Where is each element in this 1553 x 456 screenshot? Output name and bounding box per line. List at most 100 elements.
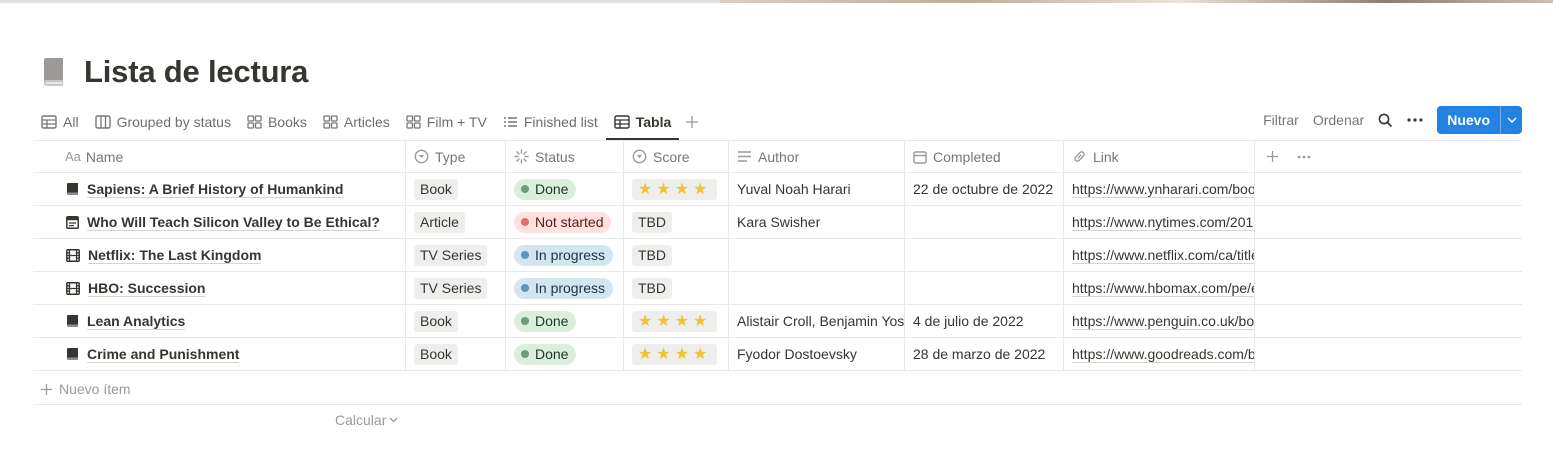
tab-film-tv[interactable]: Film + TV	[398, 104, 495, 140]
cell-author[interactable]	[729, 272, 905, 304]
row-title[interactable]: Sapiens: A Brief History of Humankind	[87, 181, 344, 198]
cell-status[interactable]: Done	[506, 173, 624, 205]
cell-author[interactable]	[729, 239, 905, 271]
row-link[interactable]: https://www.penguin.co.uk/books/	[1072, 313, 1254, 330]
more-options-icon[interactable]	[1407, 118, 1423, 122]
cell-author[interactable]: Kara Swisher	[729, 206, 905, 238]
tab-books[interactable]: Books	[239, 104, 315, 140]
cell-link[interactable]: https://www.nytimes.com/2018/10/21/opini…	[1064, 206, 1255, 238]
cell-status[interactable]: In progress	[506, 239, 624, 271]
cell-score[interactable]: TBD	[624, 206, 729, 238]
cell-name[interactable]: Sapiens: A Brief History of Humankind	[33, 173, 406, 205]
cell-link[interactable]: https://www.ynharari.com/book/sapiens-2/	[1064, 173, 1255, 205]
chevron-down-icon[interactable]	[1500, 106, 1522, 134]
column-header-name[interactable]: Aa Name	[33, 141, 406, 172]
tab-all[interactable]: All	[33, 104, 87, 140]
status-label: Done	[535, 181, 569, 197]
cell-score[interactable]: TBD	[624, 272, 729, 304]
new-button-label[interactable]: Nuevo	[1437, 106, 1500, 134]
column-header-completed[interactable]: Completed	[905, 141, 1064, 172]
row-title[interactable]: HBO: Succession	[88, 280, 206, 297]
book-icon	[67, 183, 78, 195]
calculate-button[interactable]: Calcular	[335, 411, 398, 429]
cell-status[interactable]: Done	[506, 305, 624, 337]
new-button[interactable]: Nuevo	[1437, 106, 1522, 134]
row-link[interactable]: https://www.goodreads.com/book/show/	[1072, 346, 1254, 363]
cell-status[interactable]: Not started	[506, 206, 624, 238]
cell-name[interactable]: Lean Analytics	[33, 305, 406, 337]
table-icon	[614, 115, 630, 129]
row-title[interactable]: Who Will Teach Silicon Valley to Be Ethi…	[87, 214, 380, 231]
cell-score[interactable]: ★★★★	[624, 338, 729, 370]
row-title[interactable]: Netflix: The Last Kingdom	[88, 247, 262, 264]
table-row[interactable]: Netflix: The Last Kingdom TV Series In p…	[33, 239, 1522, 272]
column-header-type[interactable]: Type	[406, 141, 506, 172]
add-view-button[interactable]	[679, 104, 705, 140]
cell-name[interactable]: Who Will Teach Silicon Valley to Be Ethi…	[33, 206, 406, 238]
score-tag: TBD	[632, 244, 672, 266]
cover-image	[720, 0, 1553, 3]
cell-type[interactable]: TV Series	[406, 272, 506, 304]
cell-name[interactable]: Crime and Punishment	[33, 338, 406, 370]
row-title[interactable]: Crime and Punishment	[87, 346, 240, 363]
tab-articles[interactable]: Articles	[315, 104, 398, 140]
cell-completed[interactable]	[905, 272, 1064, 304]
type-tag: TV Series	[414, 244, 488, 266]
cell-completed[interactable]: 28 de marzo de 2022	[905, 338, 1064, 370]
tab-label: Tabla	[635, 114, 672, 130]
more-options-icon[interactable]	[1297, 155, 1311, 159]
cell-completed[interactable]	[905, 206, 1064, 238]
tab-tabla[interactable]: Tabla	[605, 104, 680, 140]
column-label: Name	[85, 148, 124, 165]
tab-grouped-by-status[interactable]: Grouped by status	[87, 104, 239, 140]
column-header-author[interactable]: Author	[729, 141, 905, 172]
new-item-button[interactable]: Nuevo ítem	[40, 374, 131, 404]
cell-completed[interactable]: 22 de octubre de 2022	[905, 173, 1064, 205]
sort-button[interactable]: Ordenar	[1313, 112, 1364, 128]
row-link[interactable]: https://www.hbomax.com/pe/es/series/	[1072, 280, 1254, 297]
cell-name[interactable]: HBO: Succession	[33, 272, 406, 304]
cell-link[interactable]: https://www.netflix.com/ca/title/8007424…	[1064, 239, 1255, 271]
row-link[interactable]: https://www.netflix.com/ca/title/8007424…	[1072, 247, 1254, 264]
cell-completed[interactable]: 4 de julio de 2022	[905, 305, 1064, 337]
cell-author[interactable]: Fyodor Dostoevsky	[729, 338, 905, 370]
table-row[interactable]: Who Will Teach Silicon Valley to Be Ethi…	[33, 206, 1522, 239]
cell-score[interactable]: ★★★★	[624, 173, 729, 205]
column-header-score[interactable]: Score	[624, 141, 729, 172]
cell-score[interactable]: TBD	[624, 239, 729, 271]
cell-author[interactable]: Alistair Croll, Benjamin Yoskovitz	[729, 305, 905, 337]
filter-button[interactable]: Filtrar	[1263, 112, 1299, 128]
cell-type[interactable]: Article	[406, 206, 506, 238]
row-title[interactable]: Lean Analytics	[87, 313, 186, 330]
column-header-status[interactable]: Status	[506, 141, 624, 172]
add-property-icon[interactable]	[1266, 150, 1279, 163]
cell-type[interactable]: Book	[406, 305, 506, 337]
status-label: In progress	[535, 280, 606, 296]
cell-type[interactable]: TV Series	[406, 239, 506, 271]
book-icon[interactable]	[40, 57, 70, 87]
cell-author[interactable]: Yuval Noah Harari	[729, 173, 905, 205]
row-link[interactable]: https://www.nytimes.com/2018/10/21/opini…	[1072, 214, 1254, 231]
cell-type[interactable]: Book	[406, 338, 506, 370]
column-header-link[interactable]: Link	[1064, 141, 1255, 172]
cell-status[interactable]: In progress	[506, 272, 624, 304]
cell-name[interactable]: Netflix: The Last Kingdom	[33, 239, 406, 271]
table-row[interactable]: Crime and Punishment Book Done ★★★★ Fyod…	[33, 338, 1522, 371]
cell-link[interactable]: https://www.goodreads.com/book/show/	[1064, 338, 1255, 370]
cell-type[interactable]: Book	[406, 173, 506, 205]
score-tag: ★★★★	[632, 343, 718, 365]
table-row[interactable]: Lean Analytics Book Done ★★★★ Alistair C…	[33, 305, 1522, 338]
table-row[interactable]: Sapiens: A Brief History of Humankind Bo…	[33, 173, 1522, 206]
cell-score[interactable]: ★★★★	[624, 305, 729, 337]
plus-icon	[41, 383, 52, 395]
search-icon[interactable]	[1378, 113, 1393, 128]
cell-link[interactable]: https://www.penguin.co.uk/books/	[1064, 305, 1255, 337]
cell-status[interactable]: Done	[506, 338, 624, 370]
cell-completed[interactable]	[905, 239, 1064, 271]
cell-link[interactable]: https://www.hbomax.com/pe/es/series/	[1064, 272, 1255, 304]
table-row[interactable]: HBO: Succession TV Series In progress TB…	[33, 272, 1522, 305]
column-label: Score	[653, 148, 690, 165]
table-icon	[41, 115, 57, 129]
tab-finished-list[interactable]: Finished list	[495, 104, 606, 140]
row-link[interactable]: https://www.ynharari.com/book/sapiens-2/	[1072, 181, 1254, 198]
